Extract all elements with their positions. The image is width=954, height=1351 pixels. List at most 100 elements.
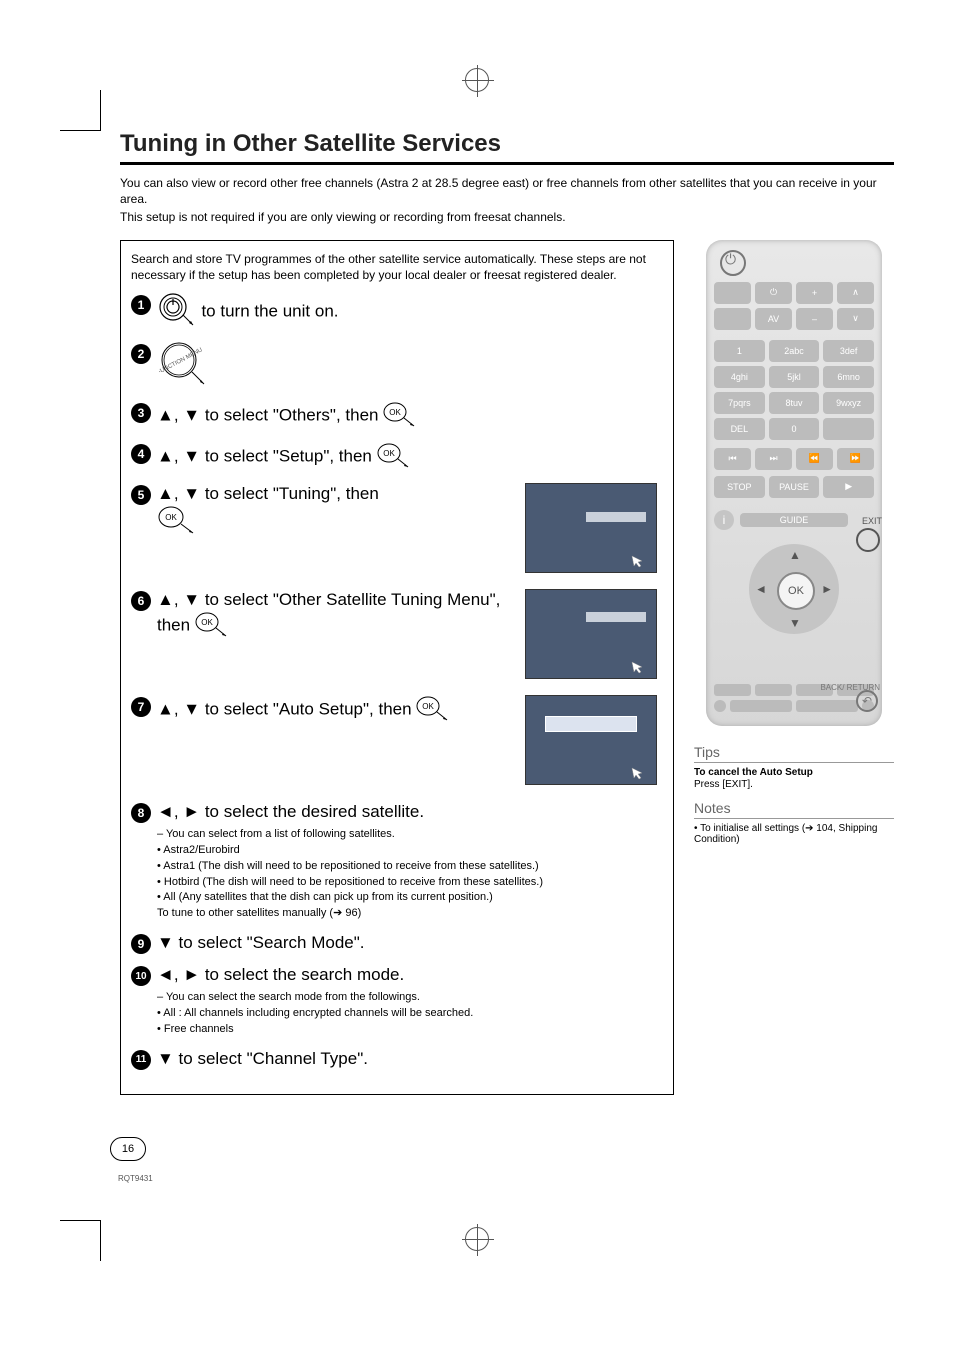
notes-heading: Notes: [694, 800, 894, 819]
tips-subheading: To cancel the Auto Setup: [694, 767, 894, 778]
remote-key-stop: STOP: [714, 476, 765, 498]
step-bullet: • Free channels: [157, 1022, 663, 1037]
steps-preamble: Search and store TV programmes of the ot…: [131, 251, 663, 283]
ok-button-icon: OK: [777, 572, 815, 610]
step-number-icon: 10: [131, 966, 151, 986]
remote-key-skip-back: ⏮: [714, 448, 751, 470]
step-number-icon: 2: [131, 344, 151, 364]
step-2: 2 FUNCTION MENU: [131, 342, 663, 391]
remote-key: [796, 700, 858, 712]
step-number-icon: 4: [131, 444, 151, 464]
step-subtext: – You can select from a list of followin…: [157, 827, 663, 842]
step-bullet: • Astra2/Eurobird: [157, 843, 663, 858]
notes-text: • To initialise all settings (➔ 104, Shi…: [694, 823, 894, 845]
tips-heading: Tips: [694, 744, 894, 763]
ok-button-icon: OK: [157, 505, 197, 540]
remote-key-0: 0: [769, 418, 820, 440]
step-text: ▼ to select "Channel Type".: [157, 1049, 368, 1068]
ok-button-icon: OK: [416, 695, 450, 726]
dpad: ▲ ▼ ◄ ► OK: [749, 544, 839, 634]
crop-mark: [60, 90, 101, 131]
step-number-icon: 8: [131, 803, 151, 823]
onscreen-preview: [525, 483, 657, 573]
exit-button-icon: [856, 528, 880, 552]
remote-key-7: 7pqrs: [714, 392, 765, 414]
step-number-icon: 11: [131, 1050, 151, 1070]
remote-key-play: ▶: [823, 476, 874, 498]
arrow-up-icon: ▲: [789, 548, 801, 562]
step-text: ◄, ► to select the desired satellite.: [157, 802, 424, 821]
remote-key-1: 1: [714, 340, 765, 362]
remote-key: [714, 282, 751, 304]
remote-key-ch-up: ∧: [837, 282, 874, 304]
arrow-down-icon: ▼: [789, 616, 801, 630]
arrow-left-icon: ◄: [755, 582, 767, 596]
ok-button-icon: OK: [383, 401, 417, 432]
remote-key-guide: GUIDE: [740, 513, 848, 527]
remote-key: [714, 308, 751, 330]
remote-key-3: 3def: [823, 340, 874, 362]
remote-key-9: 9wxyz: [823, 392, 874, 414]
ok-button-icon: OK: [377, 442, 411, 473]
step-7: 7 ▲, ▼ to select "Auto Setup", then OK: [131, 695, 663, 791]
crop-mark: [60, 1220, 101, 1261]
step-number-icon: 5: [131, 485, 151, 505]
arrow-right-icon: ►: [821, 582, 833, 596]
step-number-icon: 1: [131, 295, 151, 315]
step-bullet: • All : All channels including encrypted…: [157, 1006, 663, 1021]
remote-illustration: ⏻ + ∧ AV – ∨ 1 2abc 3def 4ghi 5jkl 6mno: [706, 240, 882, 726]
exit-label: EXIT: [862, 516, 882, 526]
svg-text:OK: OK: [383, 449, 395, 458]
remote-key-vol-down: –: [796, 308, 833, 330]
remote-key-del: DEL: [714, 418, 765, 440]
step-text: ▲, ▼ to select "Setup", then: [157, 447, 377, 466]
step-bullet: • Astra1 (The dish will need to be repos…: [157, 859, 663, 874]
step-8: 8 ◄, ► to select the desired satellite. …: [131, 801, 663, 922]
registration-mark-top: [465, 68, 489, 92]
step-10: 10 ◄, ► to select the search mode. – You…: [131, 964, 663, 1038]
color-key: [714, 684, 751, 696]
remote-key-rew: ⏪: [796, 448, 833, 470]
remote-key-2: 2abc: [769, 340, 820, 362]
step-number-icon: 9: [131, 934, 151, 954]
step-text: ▲, ▼ to select "Others", then: [157, 406, 383, 425]
svg-text:OK: OK: [389, 408, 401, 417]
step-4: 4 ▲, ▼ to select "Setup", then OK: [131, 442, 663, 473]
remote-key-av: AV: [755, 308, 792, 330]
svg-text:OK: OK: [165, 513, 177, 522]
power-button-icon: [157, 293, 197, 332]
remote-key-6: 6mno: [823, 366, 874, 388]
back-return-icon: ↶: [856, 690, 878, 712]
intro-paragraph: You can also view or record other free c…: [120, 175, 894, 207]
step-subtext: To tune to other satellites manually (➔ …: [157, 906, 663, 921]
step-3: 3 ▲, ▼ to select "Others", then OK: [131, 401, 663, 432]
remote-key-5: 5jkl: [769, 366, 820, 388]
step-bullet: • All (Any satellites that the dish can …: [157, 890, 663, 905]
remote-key-pause: PAUSE: [769, 476, 820, 498]
step-11: 11 ▼ to select "Channel Type".: [131, 1048, 663, 1070]
intro-block: You can also view or record other free c…: [120, 175, 894, 226]
step-6: 6 ▲, ▼ to select "Other Satellite Tuning…: [131, 589, 663, 685]
step-text: to turn the unit on.: [201, 302, 338, 321]
remote-key-vol-up: +: [796, 282, 833, 304]
step-number-icon: 3: [131, 403, 151, 423]
onscreen-preview: [525, 589, 657, 679]
step-bullet: • Hotbird (The dish will need to be repo…: [157, 875, 663, 890]
step-9: 9 ▼ to select "Search Mode".: [131, 932, 663, 954]
intro-paragraph: This setup is not required if you are on…: [120, 209, 894, 225]
record-key: [714, 700, 726, 712]
color-key: [755, 684, 792, 696]
step-1: 1 to turn the unit on.: [131, 293, 663, 332]
function-menu-button-icon: FUNCTION MENU: [159, 342, 209, 391]
ok-button-icon: OK: [195, 611, 229, 642]
remote-key-ch-down: ∨: [837, 308, 874, 330]
remote-key-tv-power: ⏻: [755, 282, 792, 304]
info-icon: i: [714, 510, 734, 530]
svg-text:OK: OK: [201, 618, 213, 627]
page-title: Tuning in Other Satellite Services: [120, 130, 894, 158]
remote-key-4: 4ghi: [714, 366, 765, 388]
step-5: 5 ▲, ▼ to select "Tuning", then OK: [131, 483, 663, 579]
remote-key-skip-fwd: ⏭: [755, 448, 792, 470]
step-number-icon: 6: [131, 591, 151, 611]
title-rule: [120, 162, 894, 165]
